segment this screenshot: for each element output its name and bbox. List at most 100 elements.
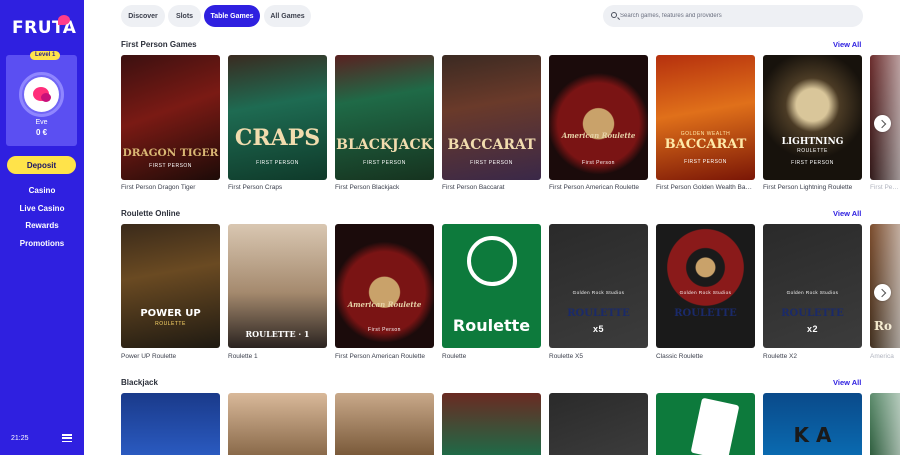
balance: 0 € [35,128,48,137]
game-caption: Classic Roulette [656,353,703,360]
tile-art-title: POWER UP [140,308,201,319]
tile-art-subtitle: x5 [592,324,604,334]
tile-art-badge: Golden Rock Studios [572,290,625,295]
game-caption: Power UP Roulette [121,353,177,360]
game-tile-roulette[interactable]: Roulette [442,224,541,348]
user-name: Eve [35,119,48,126]
tile-art-title: CRAPS [234,125,321,151]
game-caption: America [870,353,894,360]
tile-art-top: ROULETTE [797,148,828,154]
row-fade [869,393,900,455]
game-tile-roulette-x2[interactable]: Golden Rock Studios ROULETTE x2 [763,224,862,348]
game-tile-lightning-roulette[interactable]: LIGHTNING ROULETTE FIRST PERSON [763,55,862,180]
game-caption: First Person Dragon Tiger [121,184,196,191]
search-input[interactable] [620,9,855,23]
scroll-right-arrow-icon[interactable] [874,115,891,132]
game-caption: First Person Blackjack [335,184,400,191]
search-icon [611,12,617,18]
section-title-blackjack: Blackjack [121,378,158,387]
search-bar[interactable] [603,5,863,27]
game-tile-golden-wealth-baccarat[interactable]: GOLDEN WEALTH BACCARAT FIRST PERSON [656,55,755,180]
tile-art-title: Roulette [452,316,531,335]
game-tile-dragon-tiger[interactable]: DRAGON TIGER FIRST PERSON [121,55,220,180]
app-root: FRUTA Level 1 Eve 0 € Deposit Casino Liv… [0,0,900,455]
section-title-roulette-online: Roulette Online [121,209,181,218]
game-tile-blackjack-6[interactable] [656,393,755,455]
tile-art-title: ROULETTE · 1 [245,329,310,339]
fruit-avatar-icon-secondary [41,93,51,102]
tile-art-badge: Golden Rock Studios [679,290,732,295]
tile-art-subtitle: FIRST PERSON [363,160,406,166]
game-tile-blackjack[interactable]: BLACKJACK FIRST PERSON [335,55,434,180]
game-tile-power-up-roulette[interactable]: POWER UP ROULETTE [121,224,220,348]
filter-slots[interactable]: Slots [168,5,201,27]
sidebar-item-promotions[interactable]: Promotions [0,235,84,253]
tile-art-title: BACCARAT [447,137,536,153]
tile-art-subtitle: FIRST PERSON [684,159,727,165]
game-caption: Roulette X2 [763,353,797,360]
scroll-right-arrow-icon[interactable] [874,284,891,301]
view-all-blackjack[interactable]: View All [833,378,861,387]
tile-art-subtitle: First Person [368,327,401,333]
tile-art-title: ROULETTE [674,308,737,319]
game-tile-baccarat[interactable]: BACCARAT FIRST PERSON [442,55,541,180]
game-tile-blackjack-1[interactable] [121,393,220,455]
tile-art-title: DRAGON TIGER [122,147,219,159]
tile-art-subtitle: x2 [806,324,818,334]
avatar[interactable] [24,77,59,112]
game-tile-classic-roulette[interactable]: Golden Rock Studios ROULETTE [656,224,755,348]
sidebar: FRUTA Level 1 Eve 0 € Deposit Casino Liv… [0,0,84,455]
game-caption: Roulette [442,353,467,360]
tile-art-subtitle: FIRST PERSON [256,160,299,166]
game-caption: First Person Lightning Roulette [763,184,853,191]
game-caption: First Person American Roulette [335,353,425,360]
tile-art-title: American Roulette [347,300,422,309]
tile-art-title: BLACKJACK [336,137,433,153]
game-caption: Roulette X5 [549,353,583,360]
sidebar-item-rewards[interactable]: Rewards [0,217,84,235]
view-all-first-person-games[interactable]: View All [833,40,861,49]
game-caption: First Person Golden Wealth Baccarat [656,184,753,191]
tile-art-title: ROULETTE [781,308,844,319]
deposit-button[interactable]: Deposit [7,156,76,174]
game-caption: First Person American Roulette [549,184,639,191]
filter-table-games[interactable]: Table Games [204,5,260,27]
tile-art-subtitle: FIRST PERSON [791,160,834,166]
hamburger-menu-icon[interactable] [62,434,72,443]
sidebar-item-casino[interactable]: Casino [0,182,84,200]
game-tile-craps[interactable]: CRAPS FIRST PERSON [228,55,327,180]
game-tile-blackjack-7[interactable]: K A [763,393,862,455]
card-icon [690,397,740,455]
tile-art-subtitle: FIRST PERSON [149,163,192,169]
view-all-roulette-online[interactable]: View All [833,209,861,218]
tile-art-subtitle: ROULETTE [155,321,186,327]
filter-all-games[interactable]: All Games [264,5,311,27]
game-caption: First Person [870,184,900,191]
level-badge: Level 1 [30,51,61,60]
fruta-logo[interactable]: FRUTA [12,15,76,38]
tile-art-title: K A [793,423,832,447]
game-tile-roulette-1[interactable]: ROULETTE · 1 [228,224,327,348]
roulette-wheel-icon [467,236,517,286]
game-tile-blackjack-4[interactable] [442,393,541,455]
tile-art-subtitle: FIRST PERSON [470,160,513,166]
game-tile-american-roulette-2[interactable]: American Roulette First Person [335,224,434,348]
logo-fruit-icon [58,15,70,25]
game-tile-american-roulette[interactable]: American Roulette First Person [549,55,648,180]
section-title-first-person-games: First Person Games [121,40,197,49]
clock: 21:25 [11,435,29,442]
game-caption: First Person Baccarat [442,184,505,191]
game-tile-blackjack-3[interactable] [335,393,434,455]
sidebar-nav: Casino Live Casino Rewards Promotions [0,182,84,252]
sidebar-item-live-casino[interactable]: Live Casino [0,200,84,218]
game-tile-blackjack-2[interactable] [228,393,327,455]
filter-discover[interactable]: Discover [121,5,165,27]
tile-art-subtitle: First Person [582,160,615,166]
tile-art-title: ROULETTE [567,308,630,319]
game-caption: Roulette 1 [228,353,258,360]
tile-art-title: LIGHTNING [781,137,844,147]
tile-art-title: American Roulette [561,131,636,140]
game-tile-roulette-x5[interactable]: Golden Rock Studios ROULETTE x5 [549,224,648,348]
tile-art-title: BACCARAT [664,137,747,152]
game-tile-blackjack-5[interactable] [549,393,648,455]
